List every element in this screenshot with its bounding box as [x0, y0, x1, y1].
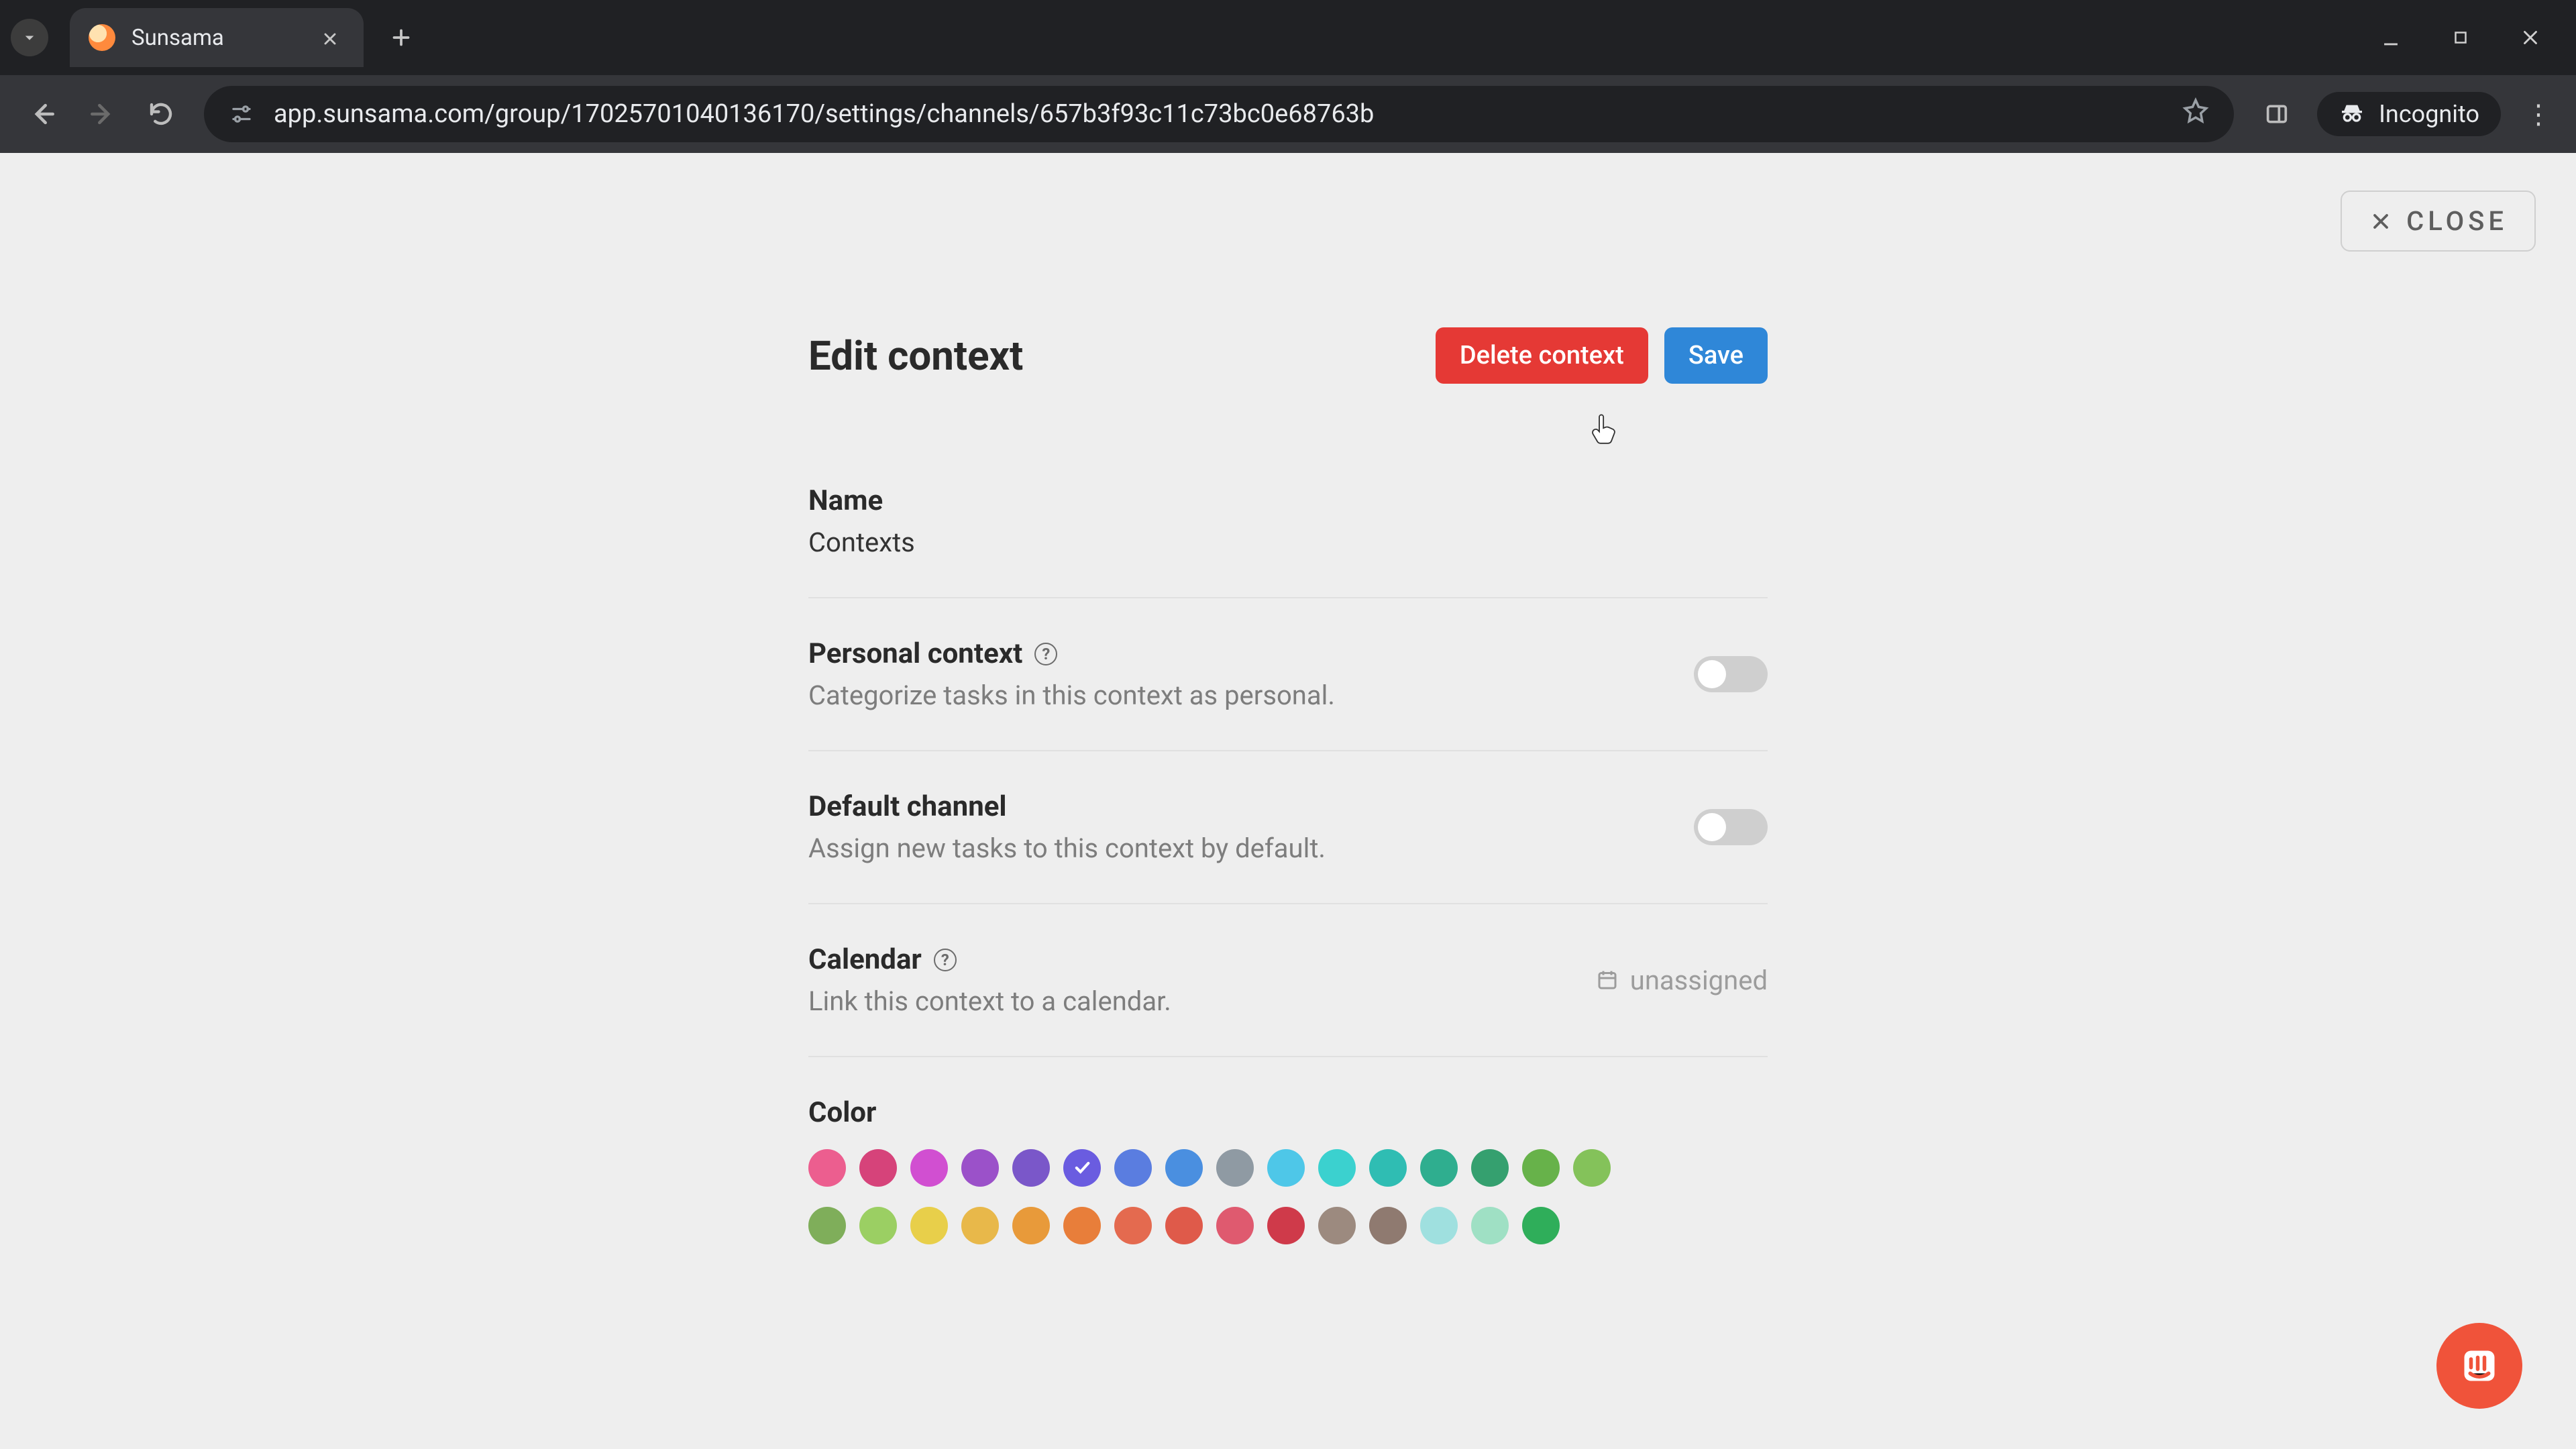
calendar-label: Calendar	[808, 943, 922, 976]
tab-close-button[interactable]	[321, 28, 339, 47]
incognito-icon	[2339, 101, 2365, 127]
color-swatch[interactable]	[1267, 1149, 1305, 1187]
color-swatch[interactable]	[1267, 1207, 1305, 1244]
side-panel-button[interactable]	[2261, 98, 2293, 130]
name-value[interactable]: Contexts	[808, 527, 1768, 558]
default-channel-label: Default channel	[808, 790, 1694, 823]
close-button[interactable]: CLOSE	[2341, 191, 2536, 252]
delete-context-button[interactable]: Delete context	[1436, 327, 1648, 384]
color-swatch[interactable]	[961, 1149, 999, 1187]
color-swatch[interactable]	[1318, 1207, 1356, 1244]
color-swatch[interactable]	[1369, 1207, 1407, 1244]
minimize-icon	[2379, 26, 2402, 49]
nav-reload[interactable]	[145, 98, 177, 130]
incognito-indicator[interactable]: Incognito	[2317, 92, 2501, 136]
intercom-icon	[2459, 1346, 2500, 1386]
color-swatch[interactable]	[961, 1207, 999, 1244]
name-section: Name Contexts	[808, 384, 1768, 597]
new-tab-button[interactable]	[382, 19, 420, 56]
check-icon	[1073, 1159, 1091, 1177]
arrow-right-icon	[87, 99, 117, 129]
chrome-menu[interactable]: ⋮	[2525, 99, 2549, 130]
color-swatch[interactable]	[1165, 1149, 1203, 1187]
color-swatch[interactable]	[808, 1207, 846, 1244]
personal-context-section: Personal context ? Categorize tasks in t…	[808, 597, 1768, 750]
color-swatch[interactable]	[1165, 1207, 1203, 1244]
color-swatch[interactable]	[910, 1149, 948, 1187]
color-label: Color	[808, 1096, 1768, 1129]
default-channel-section: Default channel Assign new tasks to this…	[808, 750, 1768, 903]
default-channel-toggle[interactable]	[1694, 809, 1768, 845]
color-swatch[interactable]	[1471, 1207, 1509, 1244]
color-swatch[interactable]	[1063, 1149, 1101, 1187]
calendar-section: Calendar ? Link this context to a calend…	[808, 903, 1768, 1056]
bookmark-button[interactable]	[2182, 97, 2210, 131]
color-swatch[interactable]	[1471, 1149, 1509, 1187]
color-swatch[interactable]	[1012, 1149, 1050, 1187]
personal-context-desc: Categorize tasks in this context as pers…	[808, 680, 1694, 711]
help-icon[interactable]: ?	[934, 949, 957, 971]
calendar-value: unassigned	[1630, 965, 1768, 996]
color-swatch[interactable]	[1522, 1207, 1560, 1244]
close-icon	[2369, 209, 2393, 233]
site-settings-icon[interactable]	[228, 101, 255, 127]
star-icon	[2182, 97, 2210, 125]
color-swatch[interactable]	[1216, 1149, 1254, 1187]
color-swatch[interactable]	[1522, 1149, 1560, 1187]
url-text: app.sunsama.com/group/17025701040136170/…	[274, 99, 2163, 129]
tab-search-dropdown[interactable]	[11, 19, 48, 56]
color-swatch[interactable]	[808, 1149, 846, 1187]
name-label: Name	[808, 484, 1768, 517]
chevron-down-icon	[19, 28, 40, 48]
arrow-left-icon	[28, 99, 58, 129]
color-swatch[interactable]	[1114, 1149, 1152, 1187]
window-maximize[interactable]	[2447, 24, 2474, 51]
nav-forward	[86, 98, 118, 130]
browser-tab[interactable]: Sunsama	[70, 8, 364, 67]
color-swatch[interactable]	[1420, 1149, 1458, 1187]
color-swatch[interactable]	[1318, 1149, 1356, 1187]
color-swatch[interactable]	[1420, 1207, 1458, 1244]
calendar-selector[interactable]: unassigned	[1595, 965, 1768, 996]
page-title: Edit context	[808, 332, 1023, 380]
help-icon[interactable]: ?	[1034, 643, 1057, 665]
color-swatch[interactable]	[1012, 1207, 1050, 1244]
close-icon	[2519, 26, 2542, 49]
color-swatch[interactable]	[910, 1207, 948, 1244]
plus-icon	[389, 25, 413, 50]
personal-context-label: Personal context	[808, 637, 1022, 670]
maximize-icon	[2451, 28, 2471, 48]
color-swatch[interactable]	[859, 1207, 897, 1244]
tab-title: Sunsama	[131, 25, 224, 51]
tune-icon	[229, 102, 254, 126]
incognito-label: Incognito	[2379, 100, 2479, 128]
color-swatch[interactable]	[859, 1149, 897, 1187]
intercom-launcher[interactable]	[2436, 1323, 2522, 1409]
calendar-icon	[1595, 968, 1619, 992]
reload-icon	[147, 100, 175, 128]
color-swatch[interactable]	[1216, 1207, 1254, 1244]
color-swatch[interactable]	[1114, 1207, 1152, 1244]
nav-back[interactable]	[27, 98, 59, 130]
personal-context-toggle[interactable]	[1694, 656, 1768, 692]
window-minimize[interactable]	[2377, 24, 2404, 51]
side-panel-icon	[2263, 101, 2290, 127]
save-button[interactable]: Save	[1664, 327, 1768, 384]
window-close[interactable]	[2517, 24, 2544, 51]
close-icon	[321, 30, 339, 48]
default-channel-desc: Assign new tasks to this context by defa…	[808, 833, 1694, 864]
calendar-desc: Link this context to a calendar.	[808, 985, 1595, 1017]
color-swatch[interactable]	[1369, 1149, 1407, 1187]
color-swatch[interactable]	[1573, 1149, 1611, 1187]
address-bar[interactable]: app.sunsama.com/group/17025701040136170/…	[204, 86, 2234, 142]
sunsama-favicon	[89, 24, 115, 51]
close-label: CLOSE	[2406, 205, 2508, 237]
color-section: Color	[808, 1056, 1768, 1244]
color-swatch[interactable]	[1063, 1207, 1101, 1244]
